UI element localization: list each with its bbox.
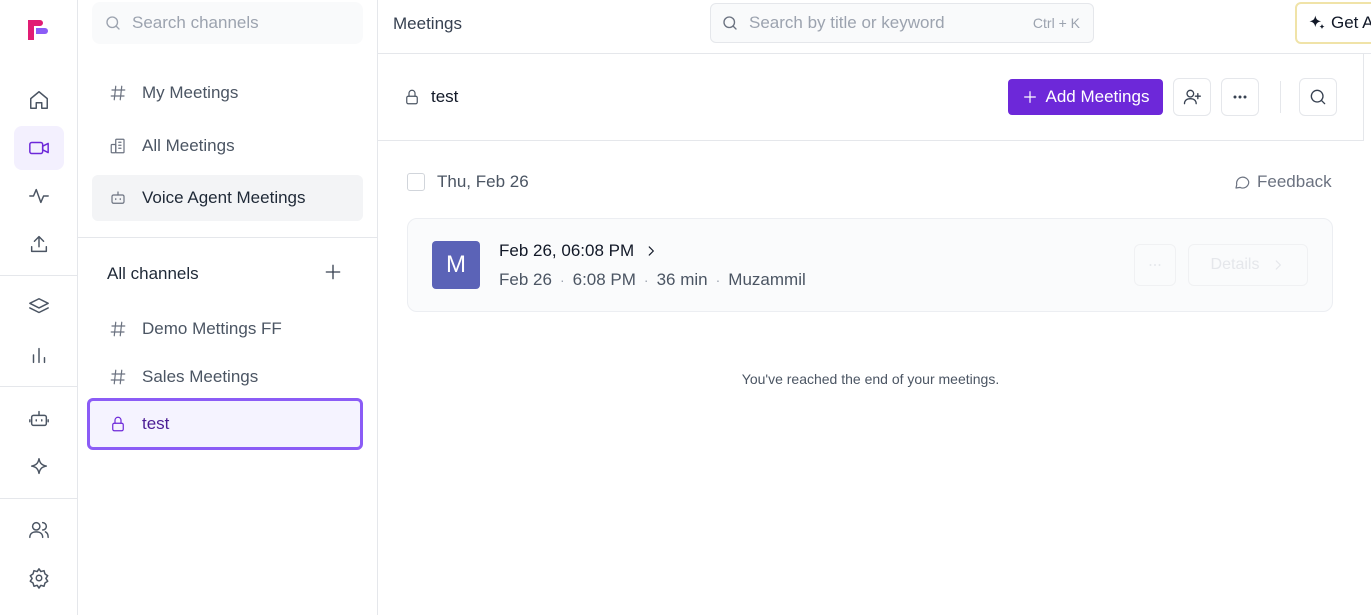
nav-layers[interactable] [14,285,64,329]
global-search[interactable]: Ctrl + K [710,3,1094,43]
layers-icon [29,298,49,314]
sparkle-icon [30,458,48,475]
meeting-card[interactable]: M Feb 26, 06:08 PM Feb 26 · 6:08 PM · 36… [407,218,1333,312]
activity-icon [29,188,49,204]
bot-icon [29,410,49,427]
nav-upload[interactable] [14,222,64,266]
header-divider [1280,81,1281,113]
bar-chart-icon [32,347,46,364]
panel-edge [1363,54,1364,141]
hash-icon [108,83,128,103]
channel-search-button[interactable] [1299,78,1337,116]
details-label: Details [1210,256,1260,273]
icon-rail [0,0,78,615]
nav-meetings[interactable] [14,126,64,170]
channel-item-test[interactable]: test [87,398,363,450]
meeting-more-button[interactable] [1134,244,1176,286]
get-ai-button[interactable]: Get A [1295,2,1371,44]
meeting-date: Feb 26 [499,270,552,289]
nav-activity[interactable] [14,174,64,218]
bot-icon [108,188,128,208]
meeting-meta: Feb 26 · 6:08 PM · 36 min · Muzammil [499,270,806,290]
meeting-title-text: Feb 26, 06:08 PM [499,241,635,260]
search-icon [1310,89,1326,105]
sidebar-item-label: All Meetings [142,136,235,155]
meeting-title[interactable]: Feb 26, 06:08 PM [499,241,658,261]
channel-sidebar: My Meetings All Meetings Voice Agent Mee… [78,0,378,615]
add-meetings-button[interactable]: Add Meetings [1008,79,1163,115]
user-plus-icon [1183,89,1201,105]
sidebar-item-my-meetings[interactable]: My Meetings [92,70,363,116]
meeting-owner: Muzammil [728,270,806,289]
plus-icon [325,264,341,280]
message-circle-icon [1235,176,1250,189]
channel-header: test Add Meetings [378,54,1363,141]
building-icon [108,136,128,156]
meeting-duration: 36 min [656,270,708,289]
sidebar-divider [78,237,378,238]
separator-dot: · [643,272,649,288]
nav-home[interactable] [14,78,64,122]
channel-item-sales-meetings[interactable]: Sales Meetings [92,354,363,400]
nav-agents[interactable] [14,397,64,441]
top-bar: Meetings Ctrl + K Get A [378,0,1371,54]
nav-ai[interactable] [14,445,64,489]
search-shortcut-hint: Ctrl + K [1032,15,1080,31]
separator-dot: · [715,272,721,288]
select-day-checkbox[interactable] [407,173,425,191]
users-icon [29,521,49,539]
home-icon [30,91,48,109]
lock-icon [108,414,128,434]
upload-icon [30,235,48,253]
gear-icon [29,568,49,589]
sidebar-item-label: My Meetings [142,83,239,102]
more-options-button[interactable] [1221,78,1259,116]
nav-team[interactable] [14,508,64,552]
feedback-link[interactable]: Feedback [1233,172,1332,192]
day-group-header: Thu, Feb 26 [407,172,529,192]
channel-name: test [431,87,459,106]
channel-item-label: Demo Mettings FF [142,319,282,338]
plus-icon [1023,91,1036,103]
hash-icon [108,319,128,339]
channel-item-demo-mettings-ff[interactable]: Demo Mettings FF [92,306,363,352]
end-of-list-message: You've reached the end of your meetings. [741,371,1000,387]
channel-item-label: test [142,414,170,433]
meeting-time: 6:08 PM [572,270,636,289]
more-horizontal-icon [1149,264,1161,266]
day-label: Thu, Feb 26 [437,172,529,191]
feedback-label: Feedback [1257,172,1332,191]
channel-search[interactable] [92,2,363,44]
all-channels-heading: All channels [107,264,199,283]
search-icon [106,16,120,30]
separator-dot: · [559,272,565,288]
meeting-details-button[interactable]: Details [1188,244,1308,286]
avatar: M [432,241,480,289]
more-horizontal-icon [1233,95,1247,99]
chevron-right-icon [648,246,655,256]
global-search-input[interactable] [749,13,1009,33]
sidebar-item-voice-agent-meetings[interactable]: Voice Agent Meetings [92,175,363,221]
sidebar-item-all-meetings[interactable]: All Meetings [92,123,363,169]
add-meetings-label: Add Meetings [1045,87,1150,106]
channel-item-label: Sales Meetings [142,367,259,386]
nav-settings[interactable] [14,556,64,600]
page-title: Meetings [393,14,462,33]
chevron-right-icon [1276,260,1282,270]
add-channel-button[interactable] [316,256,350,288]
sidebar-item-label: Voice Agent Meetings [142,188,306,207]
video-icon [29,141,49,155]
lock-icon [403,88,421,106]
app-logo[interactable] [26,17,52,43]
hash-icon [108,367,128,387]
channel-search-input[interactable] [132,13,352,33]
get-ai-label: Get A [1331,13,1371,32]
nav-analytics[interactable] [14,333,64,377]
sparkles-icon [1309,15,1325,30]
search-icon [723,16,737,30]
add-member-button[interactable] [1173,78,1211,116]
